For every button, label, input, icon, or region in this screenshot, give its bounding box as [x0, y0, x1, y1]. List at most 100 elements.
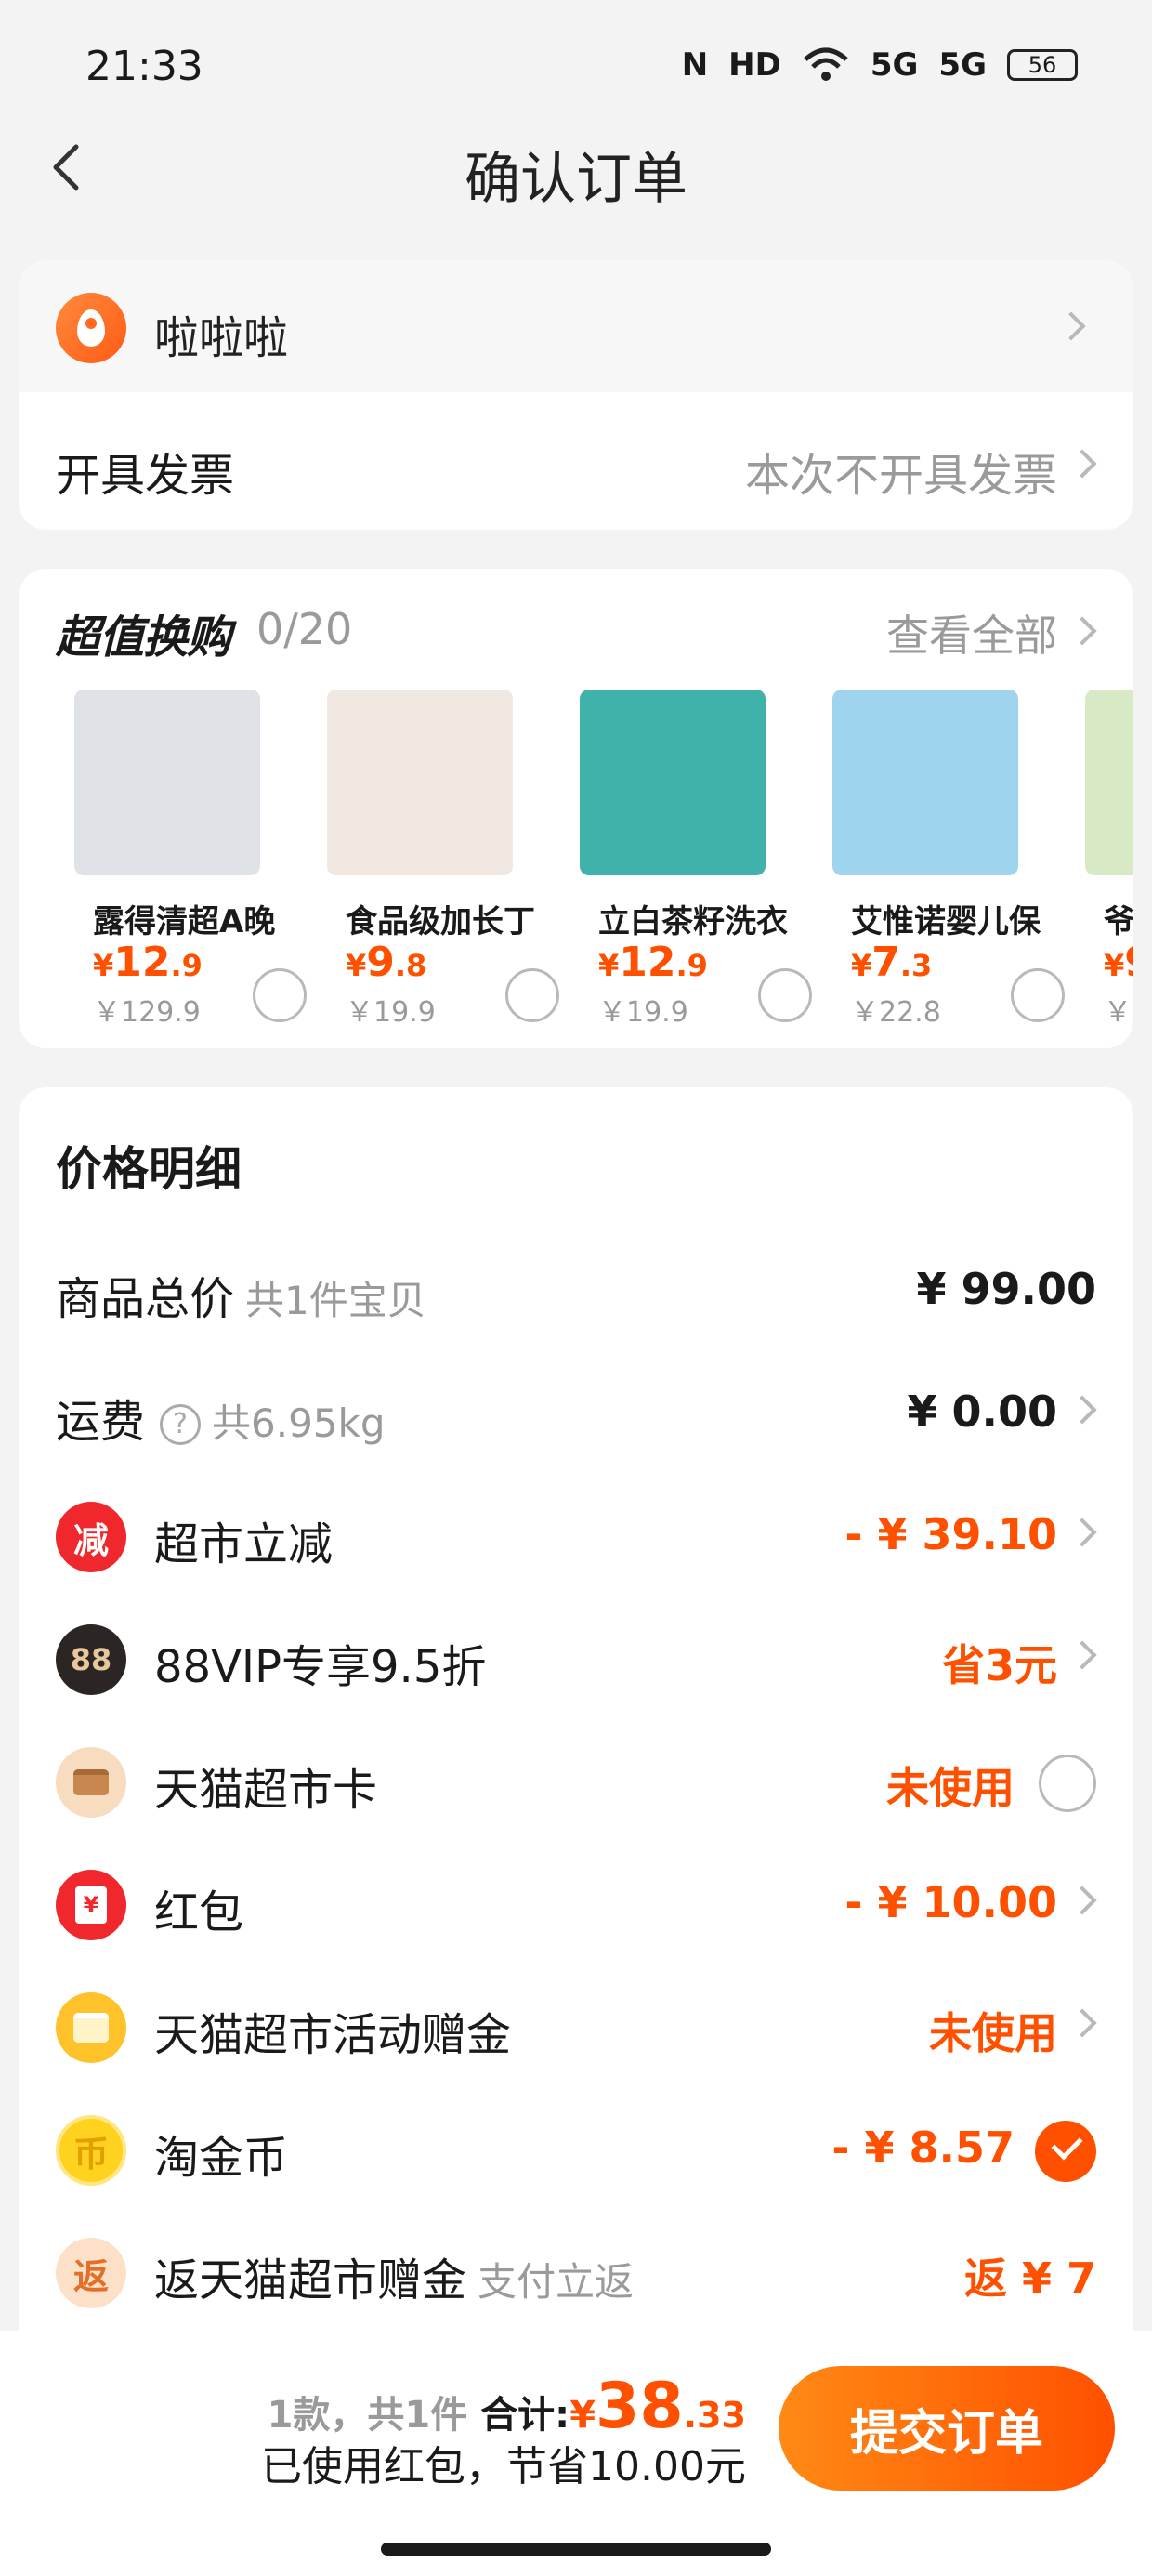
chevron-right-icon [1067, 1886, 1097, 1915]
vip-icon: 88 [56, 1624, 126, 1695]
product-select-radio[interactable] [505, 968, 559, 1022]
nav-bar: 确认订单 [0, 112, 1152, 221]
product-price: ¥9 [1104, 939, 1133, 986]
chevron-right-icon [1067, 449, 1097, 479]
status-time: 21:33 [85, 43, 203, 90]
product-original-price: ￥22.8 [851, 996, 941, 1029]
chevron-right-icon [1067, 1640, 1097, 1670]
chevron-right-icon [1056, 311, 1086, 341]
product-card[interactable]: 立白茶籽洗衣 ¥12.9 ￥19.9 [561, 690, 812, 1033]
coin-row[interactable]: 币 淘金币 - ¥ 8.57 [19, 2085, 1133, 2206]
card-icon [56, 1747, 126, 1818]
supermarket-card-row[interactable]: 天猫超市卡 未使用 [19, 1717, 1133, 1838]
coin-label: 淘金币 [154, 2132, 289, 2184]
product-select-radio[interactable] [758, 968, 812, 1022]
wifi-icon [804, 47, 848, 81]
product-name: 艾惟诺婴儿保 [851, 903, 1041, 940]
product-image [1085, 690, 1133, 875]
red-packet-row[interactable]: ¥ 红包 - ¥ 10.00 [19, 1840, 1133, 1961]
cashback-value: 返 ¥ 7 [963, 2254, 1096, 2304]
discount-value: - ¥ 39.10 [844, 1509, 1057, 1559]
total-price: ¥38.33 [569, 2370, 746, 2443]
cashback-row: 返 返天猫超市赠金 支付立返 返 ¥ 7 [19, 2208, 1133, 2329]
product-name: 食品级加长丁 [346, 903, 535, 940]
red-packet-label: 红包 [154, 1886, 244, 1939]
supermarket-card-value: 未使用 [886, 1763, 1015, 1813]
product-original-price: ￥19.9 [346, 996, 436, 1029]
discount-icon: 减 [56, 1502, 126, 1572]
invoice-label: 开具发票 [56, 450, 235, 502]
product-original-price: ￥19 [1104, 996, 1133, 1029]
goods-total-value: ¥ 99.00 [916, 1264, 1096, 1314]
item-count: 1款，共1件 [267, 2394, 468, 2437]
vip-row[interactable]: 88 88VIP专享9.5折 省3元 [19, 1595, 1133, 1715]
supermarket-card-radio[interactable] [1039, 1755, 1096, 1812]
status-bar: 21:33 N HD 5G 5G 56 [0, 0, 1152, 130]
product-card[interactable]: 爷爷 ¥9 ￥19 [1067, 690, 1133, 1033]
bonus-row[interactable]: 天猫超市活动赠金 未使用 [19, 1963, 1133, 2083]
product-image [74, 690, 260, 875]
product-card[interactable]: 艾惟诺婴儿保 ¥7.3 ￥22.8 [814, 690, 1065, 1033]
exchange-count: 0/20 [256, 604, 353, 654]
product-price: ¥12.9 [598, 939, 708, 986]
red-packet-icon: ¥ [56, 1870, 126, 1940]
product-list: 露得清超A晚 ¥12.9 ￥129.9 食品级加长丁 ¥9.8 ￥19.9 立白… [56, 690, 1133, 1043]
product-image [832, 690, 1018, 875]
product-original-price: ￥19.9 [598, 996, 688, 1029]
vip-value: 省3元 [941, 1640, 1057, 1690]
product-card[interactable]: 露得清超A晚 ¥12.9 ￥129.9 [56, 690, 307, 1033]
home-indicator[interactable] [381, 2543, 771, 2556]
product-name: 露得清超A晚 [93, 903, 276, 940]
bonus-value: 未使用 [929, 2008, 1057, 2058]
status-icons: N HD 5G 5G 56 [682, 46, 1078, 84]
coin-icon: 币 [56, 2115, 126, 2186]
bonus-icon [56, 1992, 126, 2063]
signal-icon-2: 5G [938, 46, 987, 84]
product-name: 爷爷 [1104, 903, 1133, 940]
product-select-radio[interactable] [1011, 968, 1065, 1022]
help-icon[interactable]: ? [160, 1404, 202, 1445]
discount-row[interactable]: 减 超市立减 - ¥ 39.10 [19, 1472, 1133, 1593]
exchange-title: 超值换购 [56, 611, 231, 664]
product-price: ¥7.3 [851, 939, 933, 986]
product-image [327, 690, 513, 875]
total-label: 合计: [480, 2394, 570, 2437]
view-all-link[interactable]: 查看全部 [886, 602, 1057, 664]
chevron-right-icon [1067, 1395, 1097, 1425]
address-selector[interactable]: 啦啦啦 [19, 260, 1133, 392]
product-price: ¥12.9 [93, 939, 203, 986]
submit-order-button[interactable]: 提交订单 [779, 2366, 1115, 2491]
details-title: 价格明细 [56, 1142, 242, 1196]
vip-label: 88VIP专享9.5折 [154, 1641, 487, 1693]
chevron-right-icon [1067, 616, 1097, 646]
cashback-icon: 返 [56, 2238, 126, 2308]
saving-note: 已使用红包，节省10.00元 [261, 2443, 746, 2491]
nfc-icon: N [681, 46, 709, 84]
hd-icon: HD [728, 46, 781, 84]
page-title: 确认订单 [465, 147, 687, 212]
product-name: 立白茶籽洗衣 [598, 903, 788, 940]
shipping-row[interactable]: 运费? 共6.95kg ¥ 0.00 [19, 1349, 1133, 1470]
coin-value: - ¥ 8.57 [831, 2123, 1015, 2173]
location-icon [56, 293, 126, 363]
goods-total-label: 商品总价 共1件宝贝 [56, 1273, 426, 1325]
goods-total-row: 商品总价 共1件宝贝 ¥ 99.00 [19, 1227, 1133, 1347]
product-image [580, 690, 766, 875]
product-select-radio[interactable] [253, 968, 307, 1022]
discount-label: 超市立减 [154, 1518, 334, 1571]
invoice-value: 本次不开具发票 [744, 450, 1057, 502]
product-original-price: ￥129.9 [93, 996, 201, 1029]
product-price: ¥9.8 [346, 939, 427, 986]
price-details: 价格明细 商品总价 共1件宝贝 ¥ 99.00 运费? 共6.95kg ¥ 0.00… [19, 1087, 1133, 2331]
red-packet-value: - ¥ 10.00 [844, 1877, 1057, 1927]
product-card[interactable]: 食品级加长丁 ¥9.8 ￥19.9 [308, 690, 559, 1033]
chevron-right-icon [1067, 2008, 1097, 2038]
shipping-label: 运费? 共6.95kg [56, 1396, 386, 1448]
coin-checked-radio[interactable] [1035, 2121, 1096, 2182]
exchange-section: 超值换购 0/20 查看全部 露得清超A晚 ¥12.9 ￥129.9 食品级加长… [19, 569, 1133, 1048]
bonus-label: 天猫超市活动赠金 [154, 2009, 512, 2061]
battery-icon: 56 [1007, 49, 1078, 81]
shipping-value: ¥ 0.00 [907, 1387, 1057, 1437]
invoice-row[interactable]: 开具发票 本次不开具发票 [19, 392, 1133, 530]
address-text: 啦啦啦 [154, 312, 289, 364]
